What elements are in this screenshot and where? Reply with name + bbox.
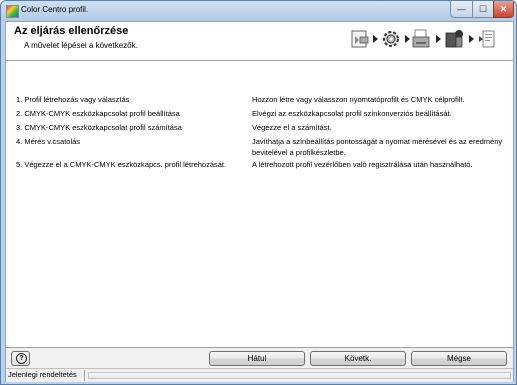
- gear-icon: [383, 31, 399, 47]
- step-arrow-icon: [469, 35, 474, 43]
- close-button[interactable]: ✕: [493, 1, 514, 18]
- step-description: Hozzon létre vagy válasszon nyomtatóprof…: [252, 95, 465, 104]
- step-arrow-icon: [373, 35, 378, 43]
- printer-icon: [412, 29, 430, 48]
- next-button[interactable]: Követk.: [310, 351, 406, 366]
- step-label: 5. Végezze el a CMYK-CMYK eszközkapcs. p…: [16, 160, 227, 169]
- step-description: A létrehozott profil vezérlőben való reg…: [252, 160, 473, 169]
- step-arrow-icon: [405, 35, 410, 43]
- status-progress-bar: [88, 372, 511, 379]
- help-icon: ?: [16, 353, 27, 364]
- step-description: Elvégzi az eszközkapcsolat profil színko…: [252, 109, 452, 118]
- title-bar[interactable]: Color Centro profil. — ☐ ✕: [1, 1, 516, 21]
- app-icon: [6, 5, 19, 18]
- minimize-button[interactable]: —: [450, 1, 473, 18]
- status-divider: [84, 370, 85, 381]
- scanner-icon: [445, 30, 463, 48]
- status-bar: Jelenlegi rendeltetés: [6, 368, 513, 382]
- page-subtitle: A művelet lépései a következők.: [24, 41, 138, 50]
- step-label: 1. Profil létrehozás vagy választás: [16, 95, 130, 104]
- printer-profile-icon: [351, 30, 369, 48]
- document-icon: [479, 30, 495, 48]
- wizard-client-area: Az eljárás ellenőrzése A művelet lépései…: [5, 21, 514, 382]
- cancel-button[interactable]: Mégse: [411, 351, 507, 366]
- status-text: Jelenlegi rendeltetés: [8, 370, 77, 379]
- back-button[interactable]: Hátul: [209, 351, 305, 366]
- wizard-header: Az eljárás ellenőrzése A művelet lépései…: [6, 22, 513, 61]
- step-description: Végezze el a számítást.: [252, 123, 332, 132]
- step-progress-icons: [347, 25, 507, 55]
- wizard-footer: ? Hátul Követk. Mégse: [6, 348, 513, 368]
- steps-list: 1. Profil létrehozás vagy választás Hozz…: [6, 61, 513, 348]
- page-title: Az eljárás ellenőrzése: [14, 25, 129, 37]
- application-window: Color Centro profil. — ☐ ✕ Az eljárás el…: [0, 0, 517, 385]
- step-arrow-icon: [436, 35, 441, 43]
- window-title: Color Centro profil.: [21, 5, 89, 14]
- step-description: Javíthatja a színbeállítás pontosságát a…: [252, 137, 503, 157]
- help-button[interactable]: ?: [11, 351, 30, 366]
- step-label: 4. Mérés v.csatolás: [16, 137, 81, 146]
- step-label: 3. CMYK-CMYK eszközkapcsolat profil szám…: [16, 123, 182, 132]
- maximize-button[interactable]: ☐: [472, 1, 494, 18]
- step-label: 2. CMYK-CMYK eszközkapcsolat profil beál…: [16, 109, 180, 118]
